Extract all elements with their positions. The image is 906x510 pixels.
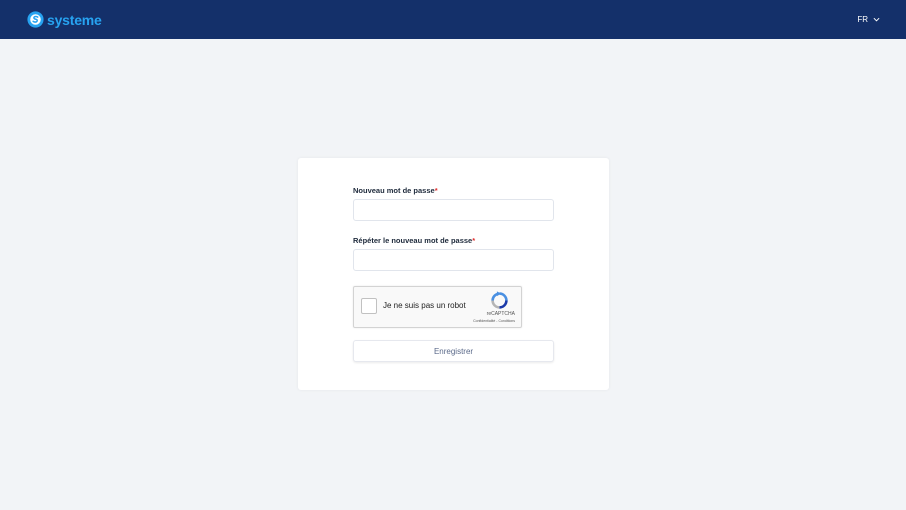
required-marker: * [434,186,438,195]
systeme-logo-icon [27,11,44,28]
brand-logo[interactable]: systeme [27,11,102,28]
required-marker: * [472,236,476,245]
language-code: FR [857,15,868,24]
brand-name: systeme [47,11,102,28]
privacy-link[interactable]: Confidentialité [473,319,495,323]
repeat-password-input[interactable] [353,249,554,271]
reset-password-card: Nouveau mot de passe* Répéter le nouveau… [298,158,609,390]
terms-link[interactable]: Conditions [498,319,515,323]
language-selector[interactable]: FR [857,15,880,24]
recaptcha-checkbox-label: Je ne suis pas un robot [383,301,466,310]
recaptcha-logo-icon [491,291,508,309]
repeat-password-label: Répéter le nouveau mot de passe* [353,236,476,245]
recaptcha-widget: Je ne suis pas un robot reCAPTCHA Confid… [353,286,522,328]
new-password-label: Nouveau mot de passe* [353,186,438,195]
recaptcha-brand: reCAPTCHA [486,311,515,317]
recaptcha-checkbox[interactable] [361,298,377,314]
new-password-input[interactable] [353,199,554,221]
save-button[interactable]: Enregistrer [353,340,554,362]
top-navigation-bar: systeme FR [0,0,906,39]
chevron-down-icon [873,17,880,22]
recaptcha-links: Confidentialité - Conditions [473,319,515,323]
